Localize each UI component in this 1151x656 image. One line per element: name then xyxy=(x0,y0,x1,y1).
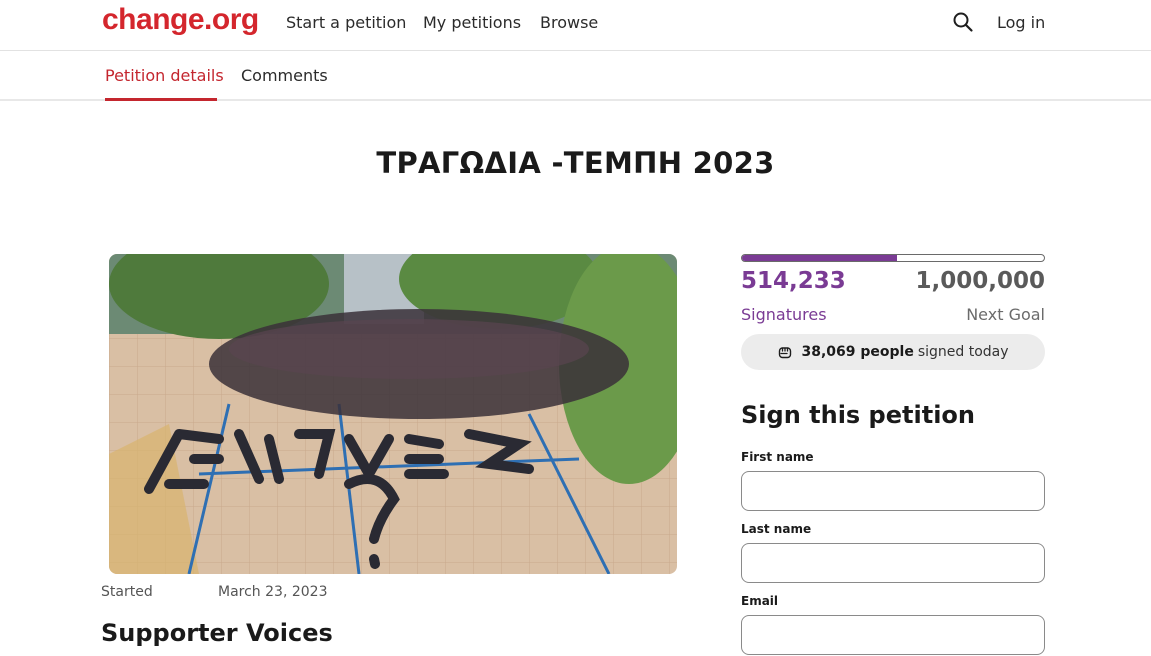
change-org-logo[interactable]: change.org xyxy=(102,3,259,37)
search-icon[interactable] xyxy=(952,11,974,33)
nav-my-petitions[interactable]: My petitions xyxy=(423,13,521,32)
signature-count: 514,233 xyxy=(741,268,846,294)
top-navigation: change.org Start a petition My petitions… xyxy=(0,0,1151,51)
first-name-field[interactable] xyxy=(741,471,1045,511)
supporter-voices-heading: Supporter Voices xyxy=(101,619,333,647)
signed-today-count: 38,069 people xyxy=(801,344,914,360)
last-name-field[interactable] xyxy=(741,543,1045,583)
next-goal-label: Next Goal xyxy=(966,305,1045,324)
first-name-label: First name xyxy=(741,450,814,464)
petition-tabs: Petition details Comments xyxy=(0,51,1151,101)
login-link[interactable]: Log in xyxy=(997,13,1045,32)
signatures-label: Signatures xyxy=(741,305,827,324)
fist-icon xyxy=(779,347,792,359)
started-label: Started xyxy=(101,584,153,600)
last-name-label: Last name xyxy=(741,522,812,536)
email-label: Email xyxy=(741,594,779,608)
started-date: March 23, 2023 xyxy=(218,584,328,600)
active-tab-indicator xyxy=(105,98,217,101)
email-field[interactable] xyxy=(741,615,1045,655)
tab-comments[interactable]: Comments xyxy=(241,66,328,85)
tab-petition-details[interactable]: Petition details xyxy=(105,66,224,85)
nav-start-petition[interactable]: Start a petition xyxy=(286,13,406,32)
signed-today-text: signed today xyxy=(917,344,1009,360)
signature-progress-bar xyxy=(741,254,1045,262)
signature-progress-fill xyxy=(742,255,898,261)
petition-title: ΤΡΑΓΩΔΙΑ -ΤΕΜΠΗ 2023 xyxy=(376,146,775,180)
signed-today-badge: 38,069 people signed today xyxy=(741,334,1045,370)
goal-count: 1,000,000 xyxy=(915,268,1046,294)
petition-image xyxy=(109,254,677,574)
sign-petition-heading: Sign this petition xyxy=(741,401,975,429)
nav-browse[interactable]: Browse xyxy=(540,13,598,32)
